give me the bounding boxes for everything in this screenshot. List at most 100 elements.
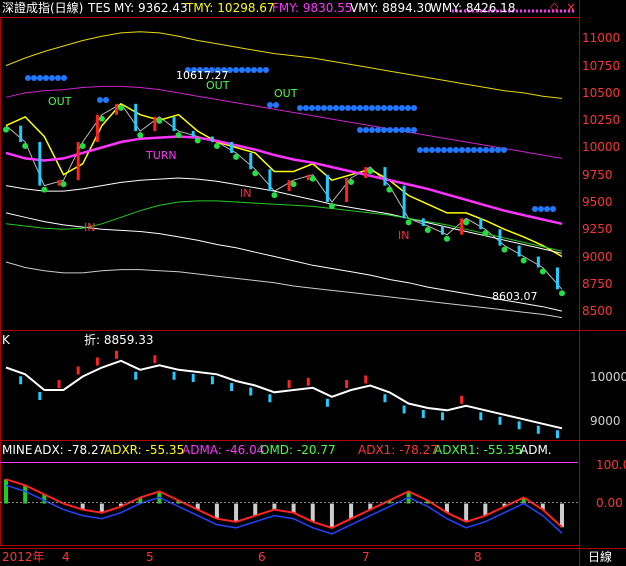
candle — [498, 229, 502, 246]
trend-dot — [367, 168, 374, 175]
resistance-dot — [387, 105, 393, 111]
trend-dot — [79, 143, 86, 149]
k-bar — [306, 377, 310, 386]
series-line-vmy — [5, 177, 563, 254]
resistance-dot — [303, 105, 309, 111]
trend-dot — [233, 153, 240, 160]
trend-dot — [194, 137, 201, 144]
resistance-dot — [405, 105, 411, 111]
k-bar — [345, 380, 349, 388]
k-bar — [402, 405, 406, 414]
resistance-dot — [351, 105, 357, 111]
trend-dot — [175, 132, 182, 139]
candle — [134, 103, 138, 132]
resistance-dot — [61, 75, 67, 81]
trend-dot — [41, 186, 48, 193]
series-label-tes: TES — [88, 1, 111, 15]
k-bar — [536, 425, 540, 434]
chart-canvas — [0, 0, 626, 566]
candle — [402, 185, 406, 219]
k-panel-value: 折: 8859.33 — [84, 333, 154, 347]
diamond-icon[interactable]: ◇ — [550, 0, 558, 14]
resistance-dot — [49, 75, 55, 81]
k-panel-label: K — [2, 333, 10, 347]
chart-title: 深證成指(日線) — [2, 1, 84, 15]
resistance-dot — [417, 147, 423, 153]
adx-bar — [291, 503, 296, 513]
trend-dot — [520, 257, 527, 264]
adx-panel-lines — [4, 478, 564, 535]
resistance-dot — [447, 147, 453, 153]
series-label-fmy: FMY: 9830.55 — [272, 1, 353, 15]
resistance-dot — [327, 105, 333, 111]
resistance-dot — [550, 206, 556, 212]
candle — [440, 226, 444, 235]
adx-label-omd: OMD: -20.77 — [260, 443, 336, 457]
resistance-dot — [25, 75, 31, 81]
resistance-dot — [471, 147, 477, 153]
candle — [345, 178, 349, 202]
adxr-line — [5, 484, 563, 535]
resistance-dot — [315, 105, 321, 111]
trend-dot — [386, 186, 393, 193]
adx-label-adm: ADM. — [520, 443, 552, 457]
series-label-tmy: TMY: 10298.67 — [186, 1, 275, 15]
k-bar — [421, 410, 425, 418]
time-label-year: 2012年 — [2, 550, 45, 564]
k-bar — [460, 395, 464, 404]
k-panel-lines — [5, 350, 563, 439]
price-tick: 9000 — [582, 249, 613, 264]
resistance-dot — [483, 147, 489, 153]
price-tick: 8500 — [582, 304, 613, 319]
trend-dot — [3, 126, 9, 133]
resistance-dot — [544, 206, 550, 212]
resistance-dot — [97, 97, 103, 103]
trend-dot — [501, 246, 508, 253]
resistance-dot — [375, 105, 381, 111]
k-tick-9000: 9000 — [590, 414, 621, 428]
resistance-dot — [435, 147, 441, 153]
candle — [115, 103, 119, 115]
k-bar — [115, 350, 119, 359]
resistance-dot — [393, 127, 399, 133]
adx-bar — [310, 503, 315, 522]
resistance-dot — [37, 75, 43, 81]
series-label-my: MY: 9362.43 — [114, 1, 188, 15]
resistance-dot — [387, 127, 393, 133]
resistance-dot — [263, 67, 269, 73]
adx-bar — [4, 479, 8, 504]
candle — [268, 169, 272, 192]
close-icon[interactable]: × — [566, 0, 576, 14]
resistance-dot — [381, 127, 387, 133]
adx-label-mine: MINE — [2, 443, 33, 457]
resistance-dot — [55, 75, 61, 81]
in-label-2: IN — [240, 187, 252, 200]
candle — [57, 180, 61, 186]
k-tick-10000: 10000 — [590, 370, 626, 384]
resistance-dot — [239, 67, 245, 73]
adx-bar — [23, 485, 28, 504]
resistance-dot — [363, 127, 369, 133]
k-bar — [287, 380, 291, 388]
out-label-2: OUT — [206, 79, 230, 92]
resistance-dot — [345, 105, 351, 111]
series-line-lower — [5, 261, 563, 319]
price-tick: 10000 — [582, 140, 621, 155]
resistance-dot — [31, 75, 37, 81]
time-label-jul: 7 — [362, 550, 370, 564]
adx-label-adxr: ADXR: -55.35 — [104, 443, 185, 457]
chart-window: { "header": { "title": "深證成指(日線)", "seri… — [0, 0, 626, 566]
k-bar — [498, 416, 502, 425]
price-tick: 9750 — [582, 167, 613, 182]
adx-bar — [349, 503, 354, 519]
candle — [287, 180, 291, 192]
price-tick: 10750 — [582, 58, 621, 73]
adx-line — [5, 478, 563, 529]
resistance-dot — [423, 147, 429, 153]
adx-label-adxr1: ADXR1: -55.35 — [434, 443, 523, 457]
resistance-dot — [43, 75, 49, 81]
k-bar — [249, 387, 253, 396]
resistance-dot — [339, 105, 345, 111]
candle — [325, 174, 329, 202]
period-button[interactable]: 日線 — [588, 550, 612, 564]
